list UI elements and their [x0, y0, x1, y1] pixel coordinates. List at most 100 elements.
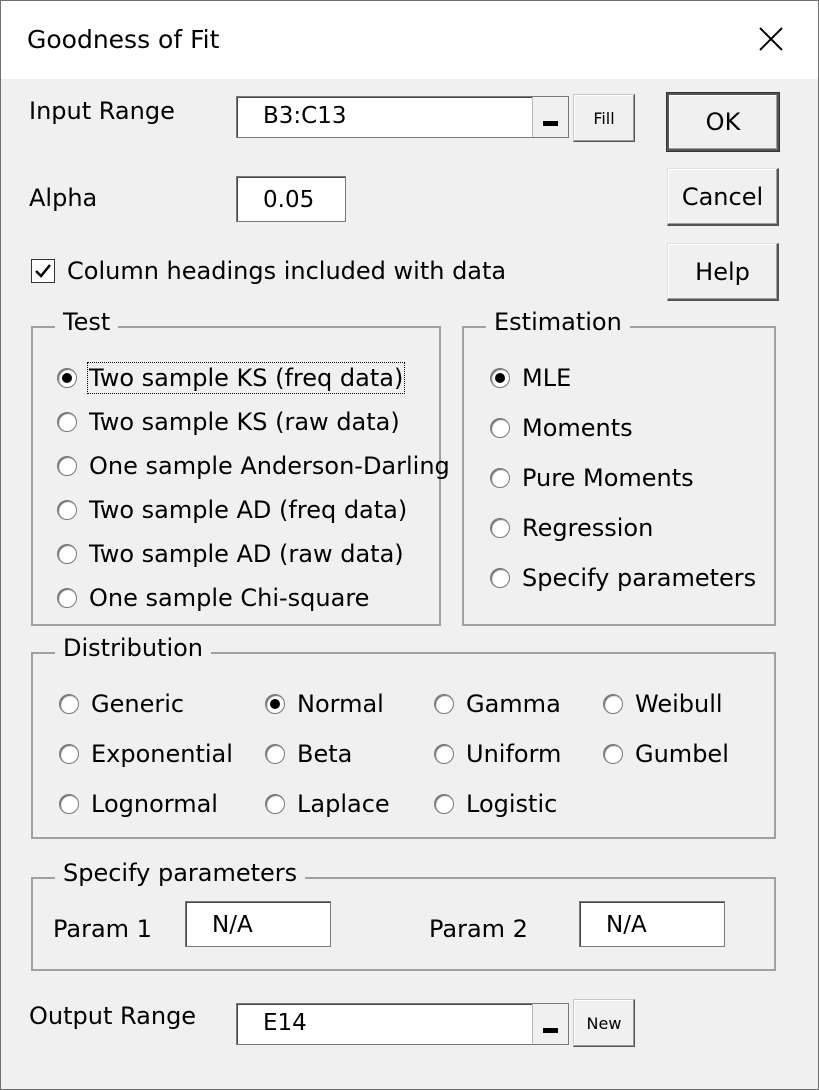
- alpha-value: 0.05: [263, 187, 314, 213]
- specify-parameters-group: Specify parameters Param 1 N/A Param 2 N…: [31, 877, 776, 971]
- test-option-one-sample-chi-square[interactable]: One sample Chi-square: [57, 581, 369, 615]
- radio-button[interactable]: [490, 518, 510, 538]
- new-button[interactable]: New: [573, 999, 635, 1047]
- distribution-option-weibull[interactable]: Weibull: [603, 687, 723, 721]
- distribution-option-label: Laplace: [297, 790, 390, 818]
- distribution-group: Distribution Generic Normal Gamma Weibul…: [31, 652, 776, 839]
- checkmark-icon: [34, 262, 52, 280]
- radio-button[interactable]: [603, 744, 623, 764]
- test-option-one-sample-anderson-darling[interactable]: One sample Anderson-Darling: [57, 449, 450, 483]
- radio-button[interactable]: [57, 368, 77, 388]
- input-range-label: Input Range: [29, 97, 175, 125]
- distribution-option-laplace[interactable]: Laplace: [265, 787, 390, 821]
- test-option-two-sample-ks-freq[interactable]: Two sample KS (freq data): [57, 361, 403, 395]
- close-button[interactable]: [743, 11, 799, 67]
- param2-label: Param 2: [429, 915, 528, 943]
- radio-button[interactable]: [434, 694, 454, 714]
- specify-parameters-group-title: Specify parameters: [55, 859, 305, 887]
- estimation-option-label: Moments: [522, 414, 633, 442]
- estimation-group: Estimation MLE Moments Pure Moments Regr…: [462, 326, 776, 626]
- test-option-two-sample-ad-freq[interactable]: Two sample AD (freq data): [57, 493, 407, 527]
- column-headings-checkbox[interactable]: [31, 259, 55, 283]
- radio-button[interactable]: [57, 588, 77, 608]
- cancel-button-label: Cancel: [682, 183, 763, 211]
- param2-input[interactable]: N/A: [579, 901, 725, 947]
- distribution-option-lognormal[interactable]: Lognormal: [59, 787, 218, 821]
- distribution-option-gamma[interactable]: Gamma: [434, 687, 561, 721]
- estimation-group-title: Estimation: [486, 308, 630, 336]
- distribution-option-label: Gamma: [466, 690, 561, 718]
- test-option-two-sample-ks-raw[interactable]: Two sample KS (raw data): [57, 405, 400, 439]
- ok-button[interactable]: OK: [667, 93, 779, 151]
- output-range-label: Output Range: [29, 1002, 196, 1030]
- distribution-option-label: Normal: [297, 690, 384, 718]
- range-picker-icon: [543, 121, 558, 126]
- distribution-option-label: Lognormal: [91, 790, 218, 818]
- radio-button[interactable]: [434, 794, 454, 814]
- distribution-option-gumbel[interactable]: Gumbel: [603, 737, 729, 771]
- distribution-option-generic[interactable]: Generic: [59, 687, 184, 721]
- radio-button[interactable]: [59, 794, 79, 814]
- estimation-option-label: Pure Moments: [522, 464, 694, 492]
- param1-input[interactable]: N/A: [185, 901, 331, 947]
- column-headings-label: Column headings included with data: [67, 257, 506, 285]
- estimation-option-mle[interactable]: MLE: [490, 361, 571, 395]
- help-button-label: Help: [695, 258, 750, 286]
- output-range-field[interactable]: E14: [236, 1003, 569, 1045]
- estimation-option-moments[interactable]: Moments: [490, 411, 633, 445]
- param1-value: N/A: [212, 912, 253, 938]
- radio-button[interactable]: [490, 368, 510, 388]
- estimation-option-label: MLE: [522, 364, 571, 392]
- distribution-option-logistic[interactable]: Logistic: [434, 787, 557, 821]
- radio-button[interactable]: [265, 794, 285, 814]
- cancel-button[interactable]: Cancel: [667, 168, 779, 226]
- fill-button[interactable]: Fill: [573, 94, 635, 142]
- distribution-option-normal[interactable]: Normal: [265, 687, 384, 721]
- fill-button-label: Fill: [593, 109, 614, 128]
- radio-button[interactable]: [59, 694, 79, 714]
- title-bar: Goodness of Fit: [1, 1, 818, 79]
- radio-button[interactable]: [265, 694, 285, 714]
- radio-button[interactable]: [59, 744, 79, 764]
- estimation-option-pure-moments[interactable]: Pure Moments: [490, 461, 694, 495]
- output-range-value: E14: [263, 1010, 307, 1036]
- test-option-label: Two sample KS (freq data): [89, 364, 403, 392]
- radio-button[interactable]: [57, 500, 77, 520]
- radio-button[interactable]: [434, 744, 454, 764]
- distribution-option-exponential[interactable]: Exponential: [59, 737, 233, 771]
- input-range-picker-button[interactable]: [532, 97, 568, 137]
- test-option-label: One sample Anderson-Darling: [89, 452, 450, 480]
- close-icon: [758, 26, 784, 52]
- distribution-option-label: Weibull: [635, 690, 723, 718]
- input-range-value: B3:C13: [263, 103, 347, 129]
- alpha-input[interactable]: 0.05: [236, 176, 346, 222]
- test-option-two-sample-ad-raw[interactable]: Two sample AD (raw data): [57, 537, 404, 571]
- radio-button[interactable]: [490, 418, 510, 438]
- distribution-option-beta[interactable]: Beta: [265, 737, 352, 771]
- radio-button[interactable]: [603, 694, 623, 714]
- input-range-field[interactable]: B3:C13: [236, 96, 569, 138]
- radio-button[interactable]: [57, 456, 77, 476]
- distribution-option-label: Exponential: [91, 740, 233, 768]
- output-range-picker-button[interactable]: [532, 1004, 568, 1044]
- radio-button[interactable]: [57, 544, 77, 564]
- radio-button[interactable]: [265, 744, 285, 764]
- distribution-option-uniform[interactable]: Uniform: [434, 737, 561, 771]
- distribution-group-title: Distribution: [55, 634, 211, 662]
- radio-button[interactable]: [57, 412, 77, 432]
- test-group: Test Two sample KS (freq data) Two sampl…: [31, 326, 441, 626]
- distribution-option-label: Logistic: [466, 790, 557, 818]
- radio-button[interactable]: [490, 568, 510, 588]
- distribution-option-label: Beta: [297, 740, 352, 768]
- goodness-of-fit-dialog: Goodness of Fit Input Range B3:C13 Fill …: [0, 0, 819, 1090]
- test-option-label: Two sample AD (raw data): [89, 540, 404, 568]
- new-button-label: New: [587, 1014, 622, 1033]
- estimation-option-specify-parameters[interactable]: Specify parameters: [490, 561, 756, 595]
- help-button[interactable]: Help: [667, 243, 779, 301]
- distribution-option-label: Generic: [91, 690, 184, 718]
- ok-button-label: OK: [706, 108, 741, 136]
- alpha-label: Alpha: [29, 184, 97, 212]
- estimation-option-regression[interactable]: Regression: [490, 511, 653, 545]
- param2-value: N/A: [606, 912, 647, 938]
- radio-button[interactable]: [490, 468, 510, 488]
